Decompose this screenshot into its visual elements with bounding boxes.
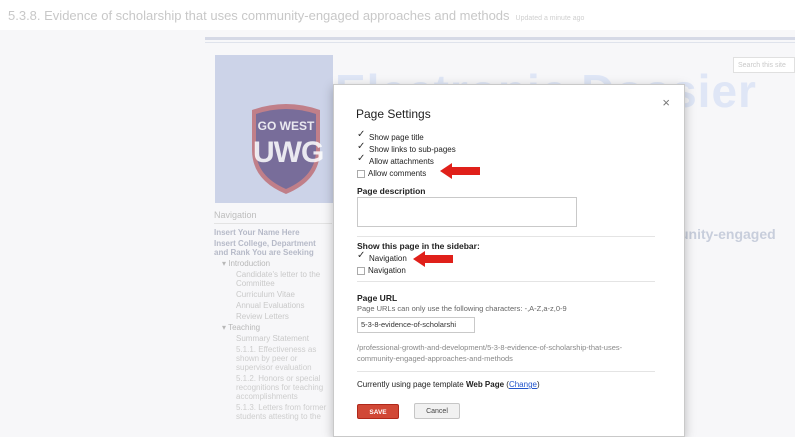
sidebar-list: Insert Your Name Here Insert College, Dep…: [214, 228, 332, 421]
divider: [357, 371, 655, 372]
page-url-label: Page URL: [357, 293, 398, 303]
sidebar-item[interactable]: 5.1.2. Honors or special recognitions fo…: [214, 374, 332, 401]
sidebar-item[interactable]: Summary Statement: [214, 334, 332, 343]
checkbox-unchecked[interactable]: [357, 169, 365, 178]
sidebar-item[interactable]: Insert College, Department and Rank You …: [214, 239, 332, 257]
option-label: Allow attachments: [369, 157, 434, 166]
checkmark-icon: ✓: [357, 129, 366, 140]
checkbox-unchecked[interactable]: [357, 266, 365, 275]
sidebar-heading: Navigation: [214, 210, 332, 224]
sidebar-section-label: Show this page in the sidebar:: [357, 241, 480, 251]
logo-text-top: GO WEST: [257, 119, 315, 133]
page-description-label: Page description: [357, 186, 426, 196]
page-full-path: /professional-growth-and-development/5-3…: [357, 343, 623, 363]
sidebar-item[interactable]: Curriculum Vitae: [214, 290, 332, 299]
site-header-bar: [205, 37, 795, 40]
sidebar-item[interactable]: ▾ Introduction: [214, 259, 332, 268]
template-prefix: Currently using page template: [357, 380, 464, 389]
sidebar-item[interactable]: 5.1.3. Letters from former students atte…: [214, 403, 332, 421]
site-header-divider: [205, 42, 795, 43]
checkbox-checked[interactable]: ✓: [357, 153, 366, 166]
option-label: Navigation: [369, 254, 407, 263]
sidebar-item[interactable]: 5.1.1. Effectiveness as shown by peer or…: [214, 345, 332, 372]
option-label: Navigation: [368, 266, 406, 275]
sidebar-option-navigation-unchecked[interactable]: Navigation: [357, 266, 406, 275]
sidebar-item[interactable]: Annual Evaluations: [214, 301, 332, 310]
checkmark-icon: ✓: [357, 141, 366, 152]
sidebar-option-navigation-checked[interactable]: ✓ Navigation: [357, 250, 407, 264]
sidebar-item[interactable]: Review Letters: [214, 312, 332, 321]
page-url-input[interactable]: 5-3-8-evidence-of-scholarshi: [357, 317, 475, 333]
sidebar-item[interactable]: ▾ Teaching: [214, 323, 332, 332]
dialog-title: Page Settings: [356, 107, 431, 121]
option-label: Show page title: [369, 133, 424, 142]
change-template-link[interactable]: Change: [509, 380, 537, 389]
red-arrow-icon: [440, 163, 480, 179]
option-label: Show links to sub-pages: [369, 145, 456, 154]
save-button[interactable]: SAVE: [357, 404, 399, 419]
red-arrow-icon: [413, 251, 453, 267]
checkmark-icon: ✓: [357, 153, 366, 164]
option-show-page-title[interactable]: ✓ Show page title: [357, 129, 424, 143]
option-allow-attachments[interactable]: ✓ Allow attachments: [357, 153, 434, 167]
sidebar-navigation: Navigation Insert Your Name Here Insert C…: [214, 210, 332, 423]
template-name: Web Page: [465, 380, 505, 389]
page-heading: 5.3.8. Evidence of scholarship that uses…: [8, 8, 584, 23]
divider: [357, 281, 655, 282]
checkbox-checked[interactable]: ✓: [357, 250, 366, 263]
cancel-button[interactable]: Cancel: [414, 403, 460, 419]
page-title: 5.3.8. Evidence of scholarship that uses…: [8, 8, 510, 23]
option-allow-comments[interactable]: Allow comments: [357, 169, 426, 178]
sidebar-item[interactable]: Candidate's letter to the Committee: [214, 270, 332, 288]
logo-text-main: UWG: [253, 136, 324, 169]
page-template-info: Currently using page template Web Page (…: [357, 380, 540, 389]
option-label: Allow comments: [368, 169, 427, 178]
sidebar-item[interactable]: Insert Your Name Here: [214, 228, 332, 237]
updated-timestamp: Updated a minute ago: [515, 15, 585, 22]
page-description-input[interactable]: [357, 197, 577, 227]
divider: [357, 236, 655, 237]
faded-page-headline: unity-engaged: [680, 226, 776, 242]
page-url-hint: Page URLs can only use the following cha…: [357, 304, 567, 313]
page-settings-dialog: Page Settings × ✓ Show page title ✓ Show…: [333, 84, 685, 437]
close-icon[interactable]: ×: [662, 95, 670, 110]
checkmark-icon: ✓: [357, 250, 366, 261]
option-show-links-sub-pages[interactable]: ✓ Show links to sub-pages: [357, 141, 456, 155]
